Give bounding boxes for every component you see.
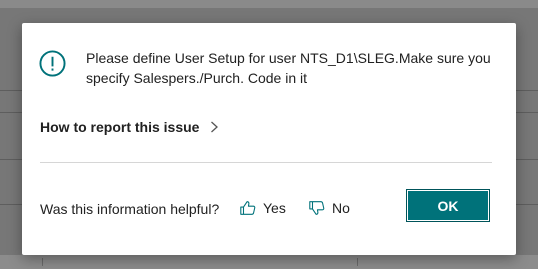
background-divider — [516, 204, 538, 205]
thumbs-up-icon — [240, 201, 256, 215]
divider — [40, 162, 492, 163]
background-divider — [0, 90, 22, 91]
background-divider — [0, 112, 22, 113]
feedback-no-button[interactable]: No — [308, 199, 350, 217]
background-divider — [516, 159, 538, 160]
error-dialog: Please define User Setup for user NTS_D1… — [22, 23, 516, 255]
feedback-question: Was this information helpful? — [40, 201, 220, 217]
background-divider — [0, 159, 22, 160]
error-message: Please define User Setup for user NTS_D1… — [86, 50, 491, 86]
feedback-yes-label: Yes — [263, 200, 286, 216]
info-circle-icon — [39, 50, 66, 77]
ok-button[interactable]: OK — [406, 189, 490, 222]
feedback-yes-button[interactable]: Yes — [239, 199, 286, 217]
feedback-no-label: No — [332, 200, 350, 216]
thumbs-down-icon — [309, 201, 325, 215]
background-footer — [0, 255, 538, 269]
background-divider — [0, 204, 22, 205]
report-issue-label: How to report this issue — [40, 119, 200, 135]
background-divider — [516, 90, 538, 91]
background-divider — [516, 112, 538, 113]
report-issue-link[interactable]: How to report this issue — [40, 119, 219, 135]
chevron-right-icon — [211, 121, 219, 133]
background-header — [0, 0, 538, 8]
